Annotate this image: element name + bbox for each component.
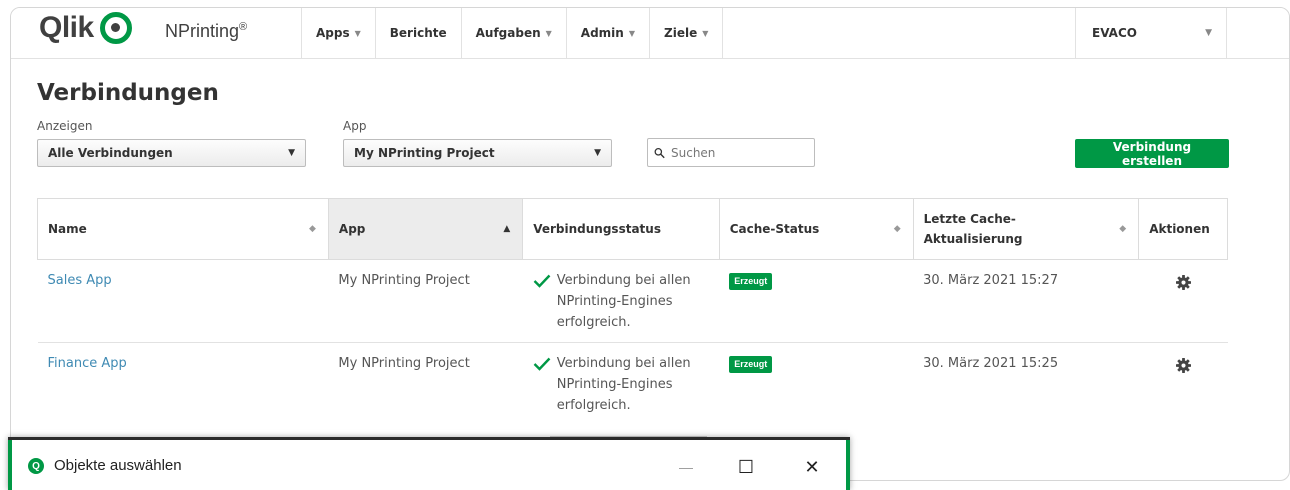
column-header-app[interactable]: App ▲ [327, 198, 524, 260]
actions-button[interactable] [1175, 353, 1191, 376]
check-icon [533, 357, 551, 371]
chevron-down-icon: ▼ [628, 28, 635, 38]
sort-icon: ◆ [308, 224, 316, 234]
column-label: App [338, 222, 366, 236]
column-label: Verbindungsstatus [533, 222, 661, 236]
cell-cache-status: Erzeugt [719, 343, 913, 426]
table-header-row: Name ◆ App ▲ Verbindungsstatus Cache-Sta… [37, 198, 1228, 260]
cell-last-cache-update: 30. März 2021 15:25 [923, 356, 1059, 371]
search-box [647, 138, 815, 167]
nav-apps-label: Apps [316, 26, 350, 40]
app-frame: Qlik NPrinting® Apps ▼ Berichte Aufgaben ▼… [10, 7, 1290, 481]
column-label: Aktionen [1149, 222, 1210, 236]
status-badge: Erzeugt [729, 356, 773, 373]
cell-cache-status: Erzeugt [719, 259, 914, 343]
cell-connection-status: Verbindung bei allen NPrinting-Engines e… [522, 259, 720, 343]
chevron-down-icon: ▼ [702, 28, 709, 38]
column-header-connection-status: Verbindungsstatus [522, 198, 720, 260]
show-filter-select[interactable]: Alle Verbindungen ▼ [37, 139, 306, 167]
product-name: NPrinting® [165, 21, 247, 42]
sort-icon: ◆ [893, 224, 901, 234]
cell-connection-status: Verbindung bei allen NPrinting-Engines e… [523, 343, 719, 426]
sort-icon: ◆ [1119, 224, 1127, 234]
connection-status-text: Verbindung bei allen NPrinting-Engines e… [556, 273, 691, 330]
cell-name: Sales App [37, 259, 329, 343]
check-icon [533, 274, 551, 288]
chevron-down-icon: ▼ [288, 148, 295, 158]
connection-link[interactable]: Finance App [48, 356, 127, 371]
nav-ziele[interactable]: Ziele ▼ [649, 8, 724, 58]
cell-actions [1138, 259, 1228, 343]
nav-apps[interactable]: Apps ▼ [301, 8, 375, 58]
column-label: Cache-Status [729, 222, 820, 236]
cell-name: Finance App [38, 343, 329, 426]
column-header-actions: Aktionen [1138, 198, 1228, 260]
cell-last-cache-update: 30. März 2021 15:27 [913, 259, 1139, 343]
cell-app: My NPrinting Project [338, 356, 470, 371]
column-header-cache-status[interactable]: Cache-Status ◆ [718, 198, 914, 260]
sort-ascending-icon: ▲ [503, 224, 511, 234]
nav-aufgaben[interactable]: Aufgaben ▼ [460, 8, 566, 58]
app-filter-select[interactable]: My NPrinting Project ▼ [343, 139, 612, 167]
cell-app: My NPrinting Project [328, 259, 523, 343]
nav-admin[interactable]: Admin ▼ [565, 8, 649, 58]
nav-berichte[interactable]: Berichte [374, 8, 461, 58]
chevron-down-icon: ▼ [594, 148, 601, 158]
nav-aufgaben-label: Aufgaben [475, 26, 541, 40]
table-row: Finance App My NPrinting Project Verbind… [38, 343, 1228, 426]
search-icon [654, 147, 665, 158]
dialog-accent-right [846, 440, 850, 490]
connections-table: Name ◆ App ▲ Verbindungsstatus Cache-Sta… [37, 198, 1228, 425]
logo-text: Qlik [39, 11, 94, 44]
page-title: Verbindungen [37, 80, 219, 106]
nav-berichte-label: Berichte [389, 26, 447, 40]
column-header-last-cache-update[interactable]: Letzte Cache-Aktualisierung ◆ [912, 198, 1140, 260]
column-label: Name [48, 222, 87, 236]
chevron-down-icon: ▼ [354, 28, 361, 38]
show-filter-label: Anzeigen [37, 119, 93, 133]
main-nav: Apps ▼ Berichte Aufgaben ▼ Admin ▼ Ziele ▼ [301, 8, 724, 58]
app-filter-label: App [343, 119, 367, 133]
table-row: Sales App My NPrinting Project Verbindun… [37, 259, 1228, 343]
chevron-down-icon: ▼ [1205, 28, 1212, 38]
connection-status-text: Verbindung bei allen NPrinting-Engines e… [556, 356, 691, 413]
dialog-title: Objekte auswählen [54, 457, 182, 474]
qlik-app-icon: Q [28, 458, 44, 474]
gear-icon [1175, 358, 1191, 373]
app-filter-value: My NPrinting Project [354, 146, 495, 160]
top-navigation-bar: Qlik NPrinting® Apps ▼ Berichte Aufgaben ▼… [11, 8, 1289, 59]
product-name-text: NPrinting [165, 21, 240, 41]
status-badge: Erzeugt [729, 273, 773, 290]
select-objects-dialog: Q Objekte auswählen — ☐ ✕ [8, 437, 850, 490]
show-filter-value: Alle Verbindungen [48, 146, 173, 160]
column-header-name[interactable]: Name ◆ [37, 198, 329, 260]
nav-ziele-label: Ziele [664, 26, 698, 40]
user-name: EVACO [1092, 26, 1137, 40]
search-input[interactable] [669, 144, 808, 161]
registered-mark: ® [239, 21, 248, 33]
chevron-down-icon: ▼ [545, 28, 552, 38]
qlik-logo[interactable]: Qlik [39, 11, 132, 45]
actions-button[interactable] [1175, 270, 1191, 293]
cell-actions [1139, 343, 1228, 426]
gear-icon [1175, 275, 1191, 290]
dialog-accent-left [8, 440, 12, 490]
user-menu[interactable]: EVACO ▼ [1075, 8, 1227, 58]
qlik-q-icon [99, 12, 132, 44]
connection-link[interactable]: Sales App [48, 273, 112, 288]
create-connection-button[interactable]: Verbindung erstellen [1075, 139, 1229, 168]
column-label: Letzte Cache-Aktualisierung [923, 212, 1023, 246]
nav-admin-label: Admin [580, 26, 624, 40]
